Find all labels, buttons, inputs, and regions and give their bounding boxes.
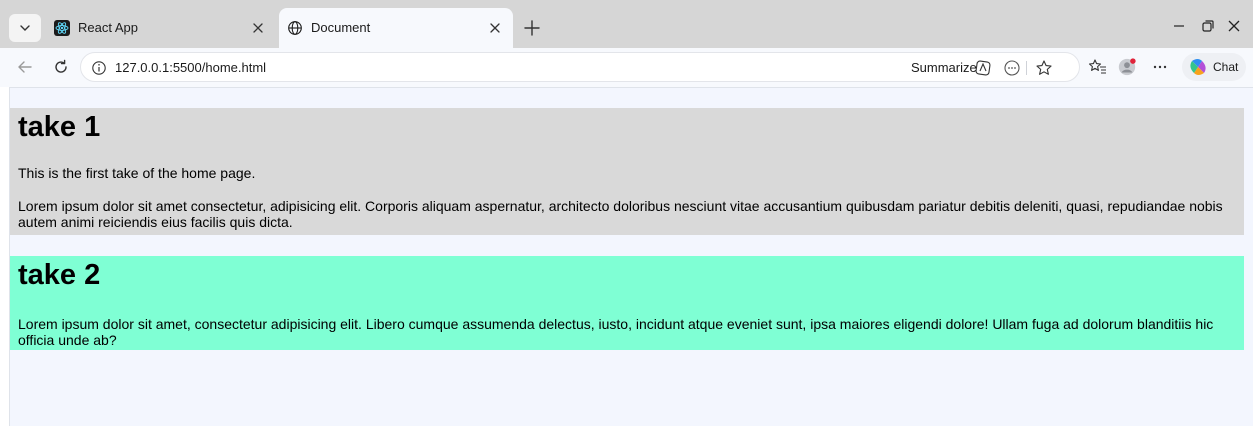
minimize-icon bbox=[1174, 25, 1184, 27]
restore-button[interactable] bbox=[1196, 14, 1220, 38]
favorites-button[interactable] bbox=[1088, 57, 1108, 77]
page-viewport: take 1 This is the first take of the hom… bbox=[9, 87, 1253, 426]
avatar-icon bbox=[1118, 58, 1136, 76]
tab-title: React App bbox=[78, 20, 138, 35]
chevron-down-icon bbox=[20, 25, 30, 31]
close-icon[interactable] bbox=[250, 20, 266, 36]
section-take-2: take 2 Lorem ipsum dolor sit amet, conse… bbox=[10, 256, 1244, 350]
info-icon[interactable] bbox=[91, 60, 107, 76]
refresh-button[interactable] bbox=[50, 56, 72, 78]
section-heading: take 1 bbox=[18, 111, 101, 143]
address-bar[interactable]: 127.0.0.1:5500/home.html Summarize bbox=[80, 52, 1080, 82]
more-options-circle-icon[interactable] bbox=[1003, 59, 1021, 77]
summarize-icon[interactable] bbox=[974, 59, 992, 77]
address-url[interactable]: 127.0.0.1:5500/home.html bbox=[115, 60, 266, 76]
divider bbox=[1026, 61, 1027, 75]
tab-react-app[interactable]: React App bbox=[46, 8, 276, 48]
react-logo-icon bbox=[54, 20, 70, 36]
tab-actions-button[interactable] bbox=[9, 14, 41, 42]
minimize-button[interactable] bbox=[1167, 14, 1191, 38]
section-paragraph: Lorem ipsum dolor sit amet, consectetur … bbox=[18, 316, 1214, 348]
browser-toolbar: 127.0.0.1:5500/home.html Summarize Chat bbox=[0, 48, 1253, 87]
favorites-list-icon bbox=[1088, 59, 1106, 74]
section-paragraph: Lorem ipsum dolor sit amet consectetur, … bbox=[18, 198, 1223, 230]
copilot-chat-button[interactable]: Chat bbox=[1182, 53, 1246, 81]
copilot-logo-icon bbox=[1190, 59, 1206, 75]
back-arrow-icon bbox=[18, 61, 32, 73]
tab-title: Document bbox=[311, 20, 371, 35]
tab-document[interactable]: Document bbox=[279, 8, 513, 48]
profile-button[interactable] bbox=[1117, 57, 1137, 77]
restore-icon bbox=[1202, 20, 1214, 32]
close-window-button[interactable] bbox=[1222, 14, 1246, 38]
close-icon[interactable] bbox=[487, 20, 503, 36]
summarize-button[interactable]: Summarize bbox=[911, 60, 977, 76]
refresh-icon bbox=[55, 59, 67, 73]
ellipsis-icon bbox=[1153, 65, 1167, 69]
section-heading: take 2 bbox=[18, 259, 101, 291]
section-paragraph: This is the first take of the home page. bbox=[18, 165, 256, 181]
tab-strip: React App Document bbox=[0, 0, 1253, 48]
section-take-1: take 1 This is the first take of the hom… bbox=[10, 108, 1244, 235]
chat-label: Chat bbox=[1213, 60, 1239, 74]
new-tab-plus-icon[interactable] bbox=[522, 18, 542, 38]
favorite-star-icon[interactable] bbox=[1035, 59, 1053, 77]
globe-icon bbox=[288, 21, 302, 35]
back-button[interactable] bbox=[14, 56, 36, 78]
settings-more-button[interactable] bbox=[1150, 57, 1170, 77]
close-icon bbox=[1228, 20, 1240, 32]
